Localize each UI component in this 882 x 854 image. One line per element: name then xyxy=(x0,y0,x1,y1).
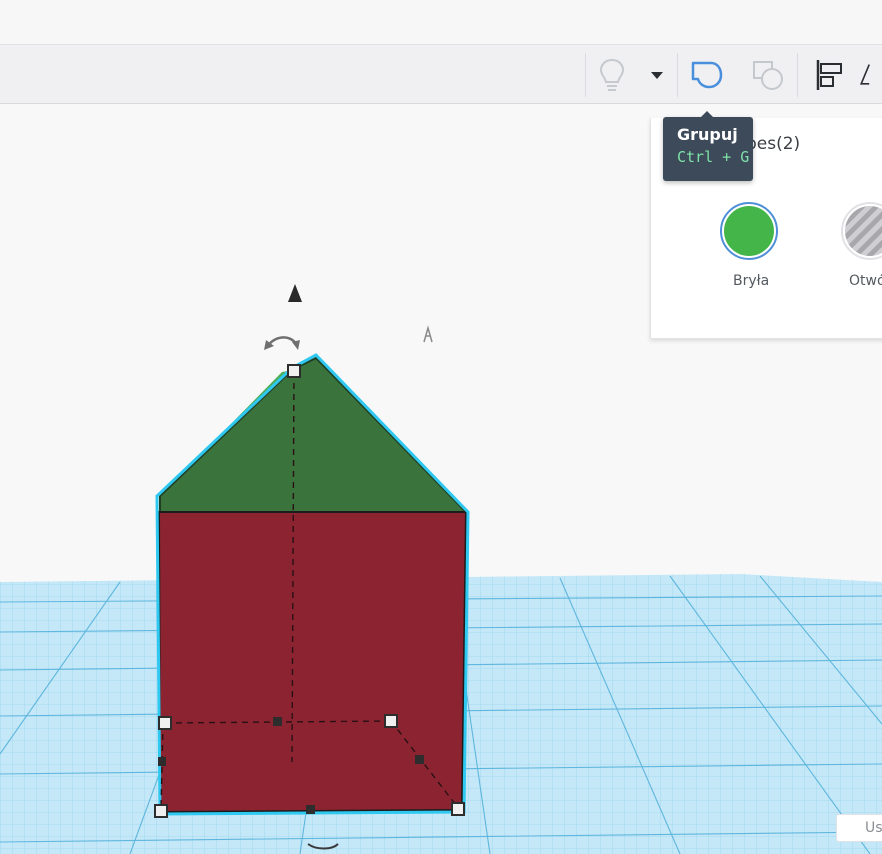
align-button[interactable] xyxy=(808,55,848,95)
lightbulb-icon xyxy=(599,58,625,91)
hint-button[interactable] xyxy=(592,55,632,95)
solid-label: Bryła xyxy=(733,273,770,289)
ungroup-icon xyxy=(753,61,783,90)
tooltip-title: Grupuj xyxy=(677,125,738,144)
resize-handle[interactable] xyxy=(384,714,398,728)
hole-pattern-swatch xyxy=(845,206,882,256)
tooltip-shortcut: Ctrl + G xyxy=(677,148,750,166)
roof-shape[interactable] xyxy=(159,356,469,513)
lift-arrow-icon[interactable] xyxy=(288,284,302,302)
hole-label: Otwó xyxy=(849,273,882,289)
box-shape[interactable] xyxy=(157,511,468,814)
toolbar-separator xyxy=(585,53,586,97)
mirror-icon xyxy=(860,64,870,85)
resize-handle[interactable] xyxy=(158,716,172,730)
group-button[interactable] xyxy=(687,55,727,95)
resize-handle[interactable] xyxy=(451,802,465,816)
toolbar-separator xyxy=(797,53,798,97)
caret-down-icon xyxy=(651,72,663,79)
ungroup-button[interactable] xyxy=(748,55,788,95)
group-icon xyxy=(691,61,723,89)
mirror-button[interactable] xyxy=(858,55,882,95)
solid-color-swatch xyxy=(724,206,774,256)
corner-button[interactable]: Us xyxy=(836,814,882,842)
group-tooltip: Grupuj Ctrl + G xyxy=(663,111,753,181)
resize-handle[interactable] xyxy=(287,364,301,378)
cursor-icon xyxy=(423,325,433,343)
resize-handle[interactable] xyxy=(154,804,168,818)
top-bar xyxy=(0,0,882,45)
hint-dropdown-button[interactable] xyxy=(637,55,677,95)
toolbar xyxy=(0,45,882,104)
solid-color-button[interactable] xyxy=(720,202,778,260)
toolbar-separator xyxy=(677,53,678,97)
align-icon xyxy=(816,60,842,90)
hole-button[interactable] xyxy=(841,202,882,260)
